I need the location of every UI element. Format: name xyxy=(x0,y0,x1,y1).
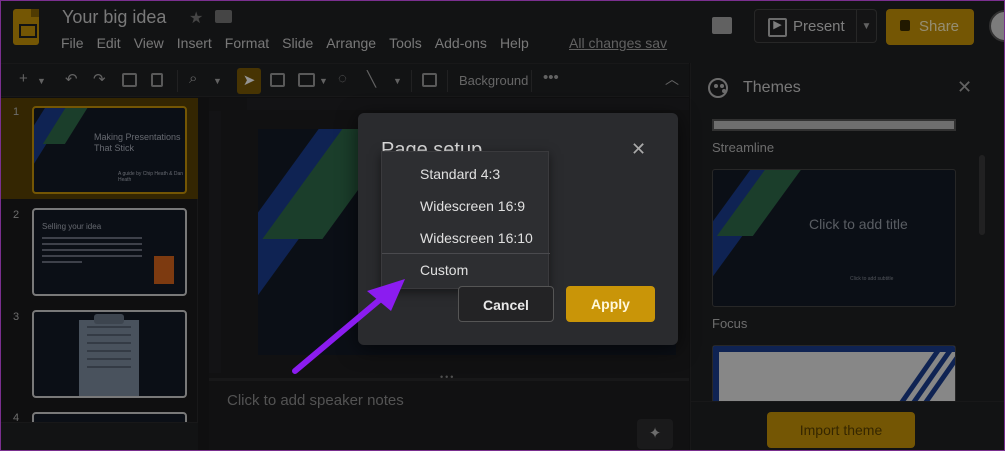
app-window: Your big idea ★ File Edit View Insert Fo… xyxy=(0,0,1005,451)
annotation-arrow-icon xyxy=(292,279,405,374)
